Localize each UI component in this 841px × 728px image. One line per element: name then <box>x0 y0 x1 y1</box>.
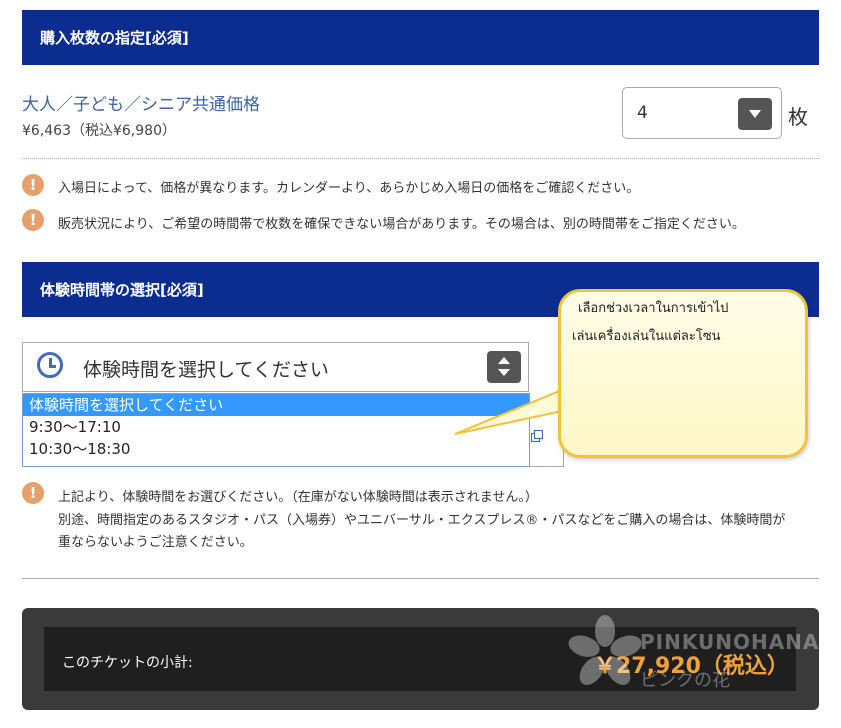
warning-icon: ! <box>22 174 44 196</box>
chevron-down-icon[interactable] <box>738 98 772 130</box>
watermark-logo-subtext: ピンクの花 <box>640 670 730 691</box>
divider <box>22 578 819 579</box>
dropdown-option[interactable]: 体験時間を選択してください <box>23 394 529 416</box>
notice-availability: 販売状況により、ご希望の時間帯で枚数を確保できない場合があります。その場合は、別… <box>58 217 745 232</box>
ticket-name: 大人／子ども／シニア共通価格 <box>22 95 260 115</box>
time-slot-select[interactable]: 体験時間を選択してください <box>22 342 529 392</box>
subtotal-label: このチケットの小計: <box>62 655 193 671</box>
notice-price: 入場日によって、価格が異なります。カレンダーより、あらかじめ入場日の価格をご確認… <box>58 181 640 196</box>
dropdown-option[interactable]: 9:30～17:10 <box>23 416 529 438</box>
ticket-price: ¥6,463（税込¥6,980） <box>22 123 176 139</box>
tooltip-line-1: เลือกช่วงเวลาในการเข้าไป <box>578 301 729 316</box>
tooltip-tail <box>455 386 568 435</box>
notice-express-pass: 別途、時間指定のあるスタジオ・パス（入場券）やユニバーサル・エクスプレス®・パス… <box>58 513 786 528</box>
quantity-section-header: 購入枚数の指定[必須] <box>22 10 819 65</box>
up-down-arrows-icon[interactable] <box>487 351 521 383</box>
divider <box>22 158 819 159</box>
flower-watermark-icon <box>568 615 642 686</box>
quantity-section-title: 購入枚数の指定[必須] <box>40 29 189 47</box>
dropdown-option[interactable]: 10:30～18:30 <box>23 438 529 460</box>
time-slot-dropdown[interactable]: 体験時間を選択してください 9:30～17:10 10:30～18:30 <box>22 393 530 467</box>
tooltip-line-2: เล่นเครื่องเล่นในแต่ละโซน <box>572 329 721 344</box>
notice-overlap: 重ならないようご注意ください。 <box>58 535 253 550</box>
quantity-unit: 枚 <box>788 105 808 129</box>
quantity-value: 4 <box>637 103 648 123</box>
warning-icon: ! <box>22 482 44 504</box>
time-slot-select-value: 体験時間を選択してください <box>83 359 329 381</box>
time-section-title: 体験時間帯の選択[必須] <box>40 281 204 299</box>
clock-icon <box>37 352 63 378</box>
notice-select-time: 上記より、体験時間をお選びください。（在庫がない体験時間は表示されません。） <box>58 490 538 505</box>
quantity-select[interactable]: 4 <box>622 87 782 139</box>
warning-icon: ! <box>22 209 44 231</box>
watermark-logo-text: PINKUNOHANA <box>640 630 820 654</box>
